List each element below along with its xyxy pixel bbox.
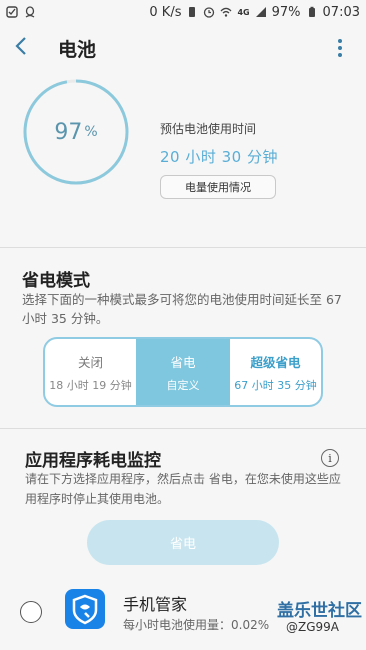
alarm-icon	[204, 7, 215, 18]
mode-off-label: 关闭	[77, 354, 103, 370]
app-icon	[65, 589, 105, 629]
power-mode-description: 选择下面的一种模式最多可将您的电池使用时间延长至 67 小时 35 分钟。	[22, 292, 342, 326]
mode-power-saving-sub: 自定义	[166, 378, 200, 392]
app-monitor-description: 请在下方选择应用程序，然后点击 省电，在您未使用这些应用程序时停止其使用电池。	[25, 472, 341, 506]
clock: 07:03	[322, 4, 360, 20]
battery-level-unit: %	[84, 124, 98, 140]
estimate-value: 20 小时 30 分钟	[160, 148, 278, 166]
mode-off-time: 18 小时 19 分钟	[49, 378, 132, 392]
info-icon[interactable]: i	[321, 449, 339, 467]
power-saving-section: 省电模式 选择下面的一种模式最多可将您的电池使用时间延长至 67 小时 35 分…	[0, 248, 366, 428]
status-bar: 0 K/s 4G 97% 07:03	[0, 0, 366, 24]
cell-signal-icon	[255, 7, 266, 17]
mode-ultra-saving-option[interactable]: 超级省电 67 小时 35 分钟	[230, 339, 321, 405]
mode-ultra-saving-label: 超级省电	[250, 354, 301, 370]
mode-ultra-saving-time: 67 小时 35 分钟	[234, 378, 317, 392]
more-options-button[interactable]	[328, 39, 352, 57]
mode-power-saving-option[interactable]: 省电 自定义	[136, 339, 230, 405]
watermark-text: 盖乐世社区	[277, 601, 362, 621]
battery-saver-icon	[189, 7, 196, 17]
app-bar: 电池	[0, 24, 366, 72]
more-dot-icon	[338, 53, 342, 57]
network-speed: 0 K/s	[149, 4, 182, 20]
mode-off-option[interactable]: 关闭 18 小时 19 分钟	[45, 339, 136, 405]
app-select-radio[interactable]	[20, 601, 42, 623]
watermark-handle: @ZG99A	[286, 620, 339, 634]
battery-percent: 97%	[271, 4, 301, 20]
battery-section: 97% 预估电池使用时间 20 小时 30 分钟 电量使用情况	[0, 72, 366, 247]
battery-level-text: 97%	[22, 78, 130, 186]
chevron-left-icon	[15, 37, 26, 55]
estimate-label: 预估电池使用时间	[160, 122, 257, 136]
wifi-icon	[221, 7, 232, 17]
qq-icon	[25, 6, 35, 18]
more-dot-icon	[338, 39, 342, 43]
shield-icon	[72, 594, 98, 625]
power-mode-selector: 关闭 18 小时 19 分钟 省电 自定义 超级省电 67 小时 35 分钟	[43, 337, 323, 407]
app-monitor-title: 应用程序耗电监控	[25, 451, 161, 471]
status-left	[6, 6, 36, 18]
battery-usage-button[interactable]: 电量使用情况	[160, 175, 276, 199]
battery-level-number: 97	[54, 119, 83, 145]
back-button[interactable]	[14, 36, 42, 60]
battery-icon	[308, 6, 315, 17]
power-mode-title: 省电模式	[22, 271, 90, 291]
mode-power-saving-label: 省电	[170, 354, 196, 370]
app-name: 手机管家	[123, 595, 188, 614]
more-dot-icon	[338, 46, 342, 50]
app-usage: 每小时电池使用量：0.02%	[123, 618, 270, 632]
page-title: 电池	[58, 38, 97, 61]
status-right: 0 K/s 4G 97% 07:03	[149, 5, 360, 20]
notification-icon	[6, 6, 18, 18]
save-power-button[interactable]: 省电	[87, 520, 279, 565]
signal-type: 4G	[237, 7, 250, 17]
